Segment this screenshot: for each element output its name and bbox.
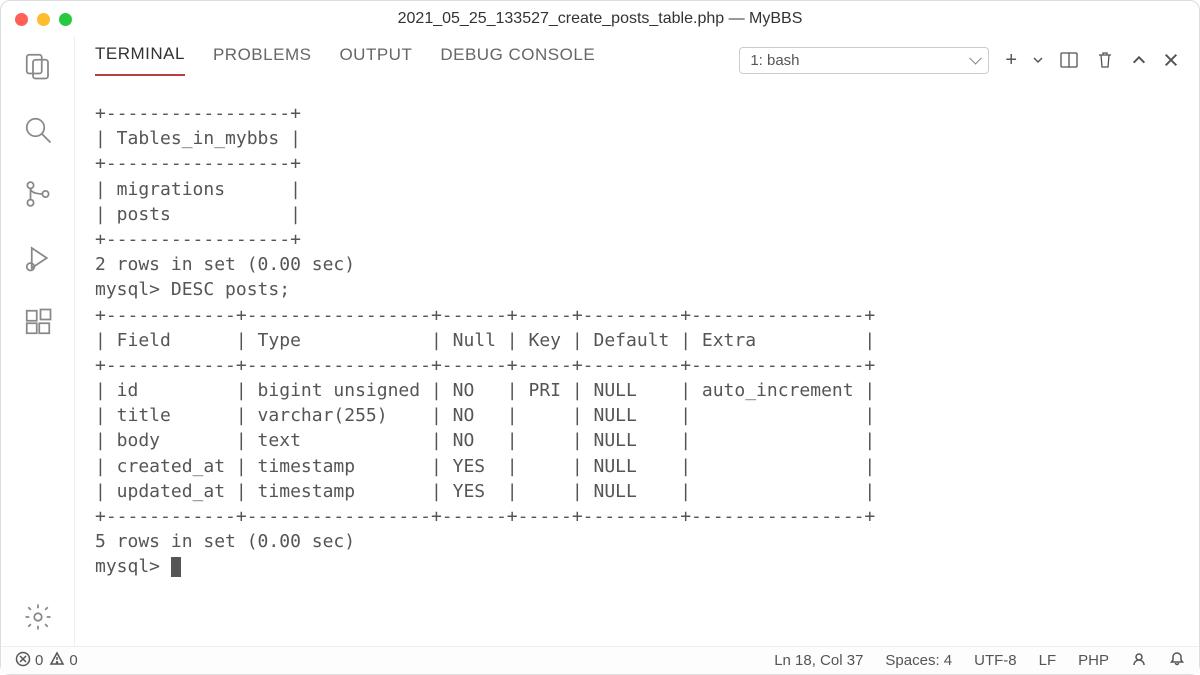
status-cursor-position[interactable]: Ln 18, Col 37 [774, 652, 863, 669]
close-panel-icon[interactable] [1163, 52, 1179, 68]
panel-tabs: TERMINAL PROBLEMS OUTPUT DEBUG CONSOLE 1… [75, 37, 1199, 83]
status-feedback-icon[interactable] [1131, 651, 1147, 671]
maximize-panel-icon[interactable] [1131, 52, 1147, 68]
settings-gear-icon[interactable] [23, 602, 53, 632]
split-terminal-icon[interactable] [1059, 50, 1079, 70]
status-bell-icon[interactable] [1169, 651, 1185, 671]
minimize-window-button[interactable] [37, 13, 50, 26]
titlebar: 2021_05_25_133527_create_posts_table.php… [1, 1, 1199, 37]
error-icon [15, 651, 31, 671]
status-eol[interactable]: LF [1039, 652, 1057, 669]
terminal-output[interactable]: +-----------------+| Tables_in_mybbs |+-… [75, 83, 1199, 646]
status-bar: 0 0 Ln 18, Col 37 Spaces: 4 UTF-8 LF PHP [1, 646, 1199, 674]
status-errors[interactable]: 0 [15, 651, 43, 671]
tab-problems[interactable]: PROBLEMS [213, 45, 311, 75]
panel-content: TERMINAL PROBLEMS OUTPUT DEBUG CONSOLE 1… [75, 37, 1199, 646]
explorer-icon[interactable] [23, 51, 53, 81]
window-title: 2021_05_25_133527_create_posts_table.php… [398, 10, 803, 28]
status-encoding[interactable]: UTF-8 [974, 652, 1017, 669]
warning-count: 0 [69, 652, 77, 669]
error-count: 0 [35, 652, 43, 669]
bell-icon [1169, 651, 1185, 671]
extensions-icon[interactable] [23, 307, 53, 337]
traffic-lights [15, 13, 72, 26]
status-indentation[interactable]: Spaces: 4 [885, 652, 952, 669]
panel-controls: 1: bash + [739, 47, 1179, 74]
tab-terminal[interactable]: TERMINAL [95, 44, 185, 76]
new-terminal-dropdown-icon[interactable] [1033, 55, 1043, 65]
tab-output[interactable]: OUTPUT [339, 45, 412, 75]
maximize-window-button[interactable] [59, 13, 72, 26]
kill-terminal-icon[interactable] [1095, 50, 1115, 70]
activity-bar [1, 37, 75, 646]
feedback-icon [1131, 651, 1147, 671]
terminal-selector-dropdown[interactable]: 1: bash [739, 47, 989, 74]
tab-debug-console[interactable]: DEBUG CONSOLE [440, 45, 595, 75]
close-window-button[interactable] [15, 13, 28, 26]
source-control-icon[interactable] [23, 179, 53, 209]
main-area: TERMINAL PROBLEMS OUTPUT DEBUG CONSOLE 1… [1, 37, 1199, 646]
search-icon[interactable] [23, 115, 53, 145]
status-language[interactable]: PHP [1078, 652, 1109, 669]
status-warnings[interactable]: 0 [49, 651, 77, 671]
warning-icon [49, 651, 65, 671]
new-terminal-icon[interactable]: + [1005, 49, 1017, 72]
run-debug-icon[interactable] [23, 243, 53, 273]
